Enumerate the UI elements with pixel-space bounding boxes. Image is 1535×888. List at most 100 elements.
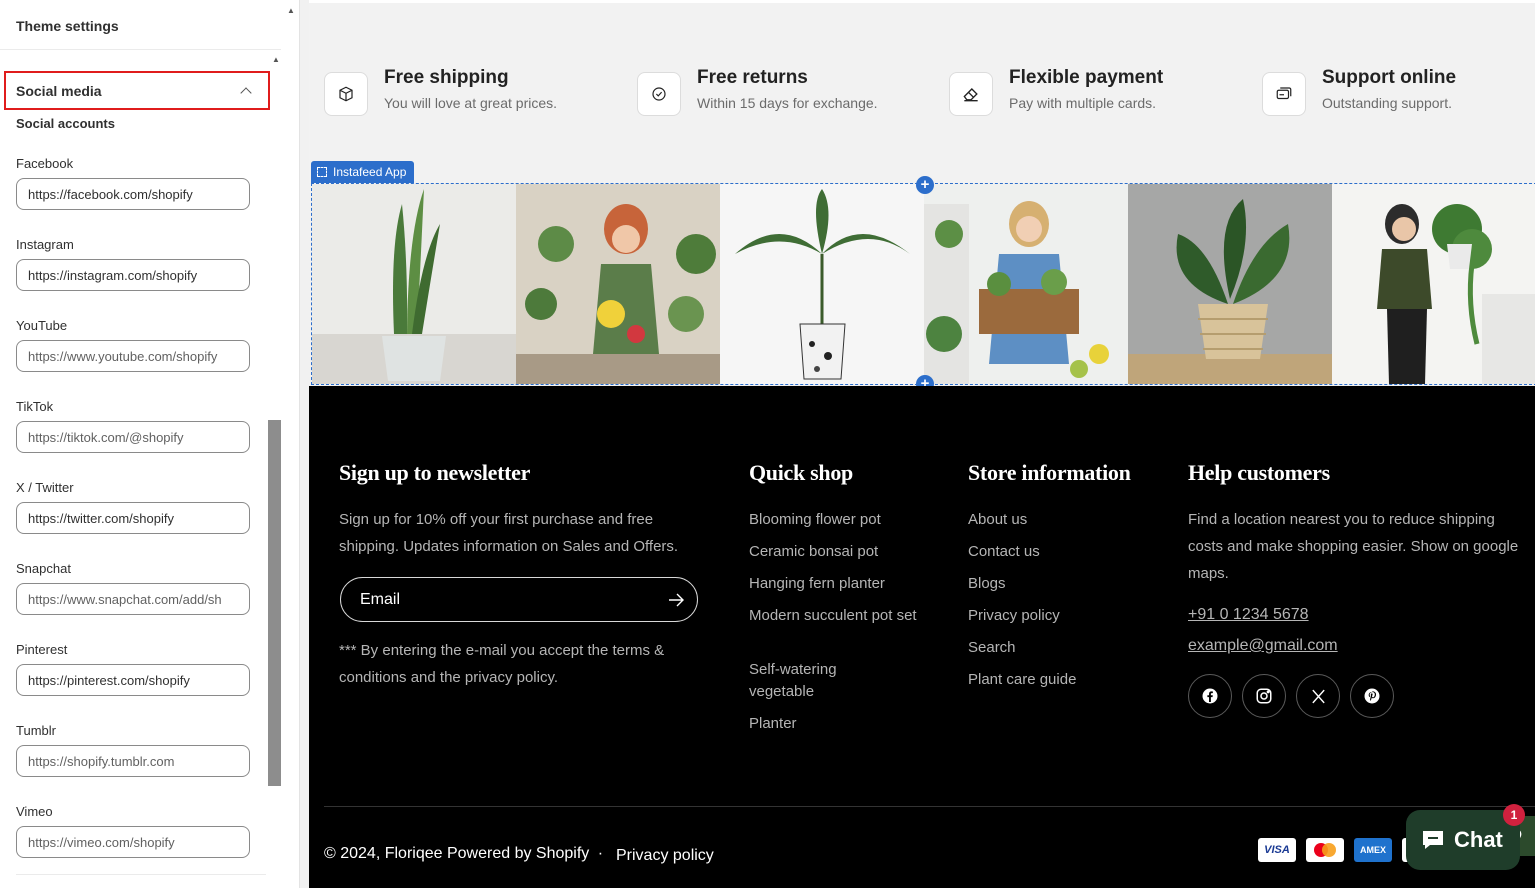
mastercard-icon: [1306, 838, 1344, 862]
gallery-image-snake-plant[interactable]: [312, 184, 516, 384]
newsletter-email-input[interactable]: Email: [340, 577, 698, 622]
instafeed-gallery[interactable]: [311, 183, 1535, 385]
field-label: Facebook: [16, 156, 74, 171]
chat-label: Chat: [1454, 827, 1503, 852]
theme-settings-panel: Theme settings ▲ ▲ Social media Social a…: [0, 0, 300, 888]
facebook-input[interactable]: [16, 178, 250, 210]
chat-notification-badge: 1: [1503, 804, 1525, 826]
social-media-section-toggle[interactable]: Social media: [4, 71, 270, 110]
features-bar: Free shipping You will love at great pri…: [309, 3, 1535, 183]
vimeo-input[interactable]: [16, 826, 250, 858]
footer-link[interactable]: About us: [968, 509, 1027, 531]
tiktok-field: TikTok: [16, 399, 250, 453]
gallery-image-woman-holding-plant[interactable]: [1332, 184, 1535, 384]
chat-bubble-icon: [1423, 831, 1443, 849]
snapchat-input[interactable]: [16, 583, 250, 615]
feature-title: Flexible payment: [1009, 67, 1164, 88]
instagram-input[interactable]: [16, 259, 250, 291]
instafeed-tag-label: Instafeed App: [333, 165, 407, 179]
instagram-field: Instagram: [16, 237, 250, 291]
feature-subtitle: You will love at great prices.: [384, 95, 558, 111]
feature-title: Support online: [1322, 67, 1457, 88]
youtube-field: YouTube: [16, 318, 250, 372]
footer-link[interactable]: Search: [968, 637, 1016, 659]
twitter-input[interactable]: [16, 502, 250, 534]
feature-free-shipping: Free shipping You will love at great pri…: [324, 67, 557, 116]
footer-link[interactable]: Plant care guide: [968, 669, 1076, 691]
separator: ·: [597, 845, 604, 862]
facebook-icon[interactable]: [1188, 674, 1232, 718]
gallery-image-palm-pot[interactable]: [720, 184, 924, 384]
vimeo-field: Vimeo: [16, 804, 250, 858]
gallery-image-woman-crate[interactable]: [924, 184, 1128, 384]
footer-link[interactable]: Planter: [749, 713, 797, 735]
feature-subtitle: Outstanding support.: [1322, 95, 1452, 111]
pinterest-field: Pinterest: [16, 642, 250, 696]
newsletter-text: Sign up for 10% off your first purchase …: [339, 511, 679, 555]
quick-shop-title: Quick shop: [749, 460, 853, 485]
feature-title: Free returns: [697, 67, 808, 88]
email-link[interactable]: example@gmail.com: [1188, 637, 1338, 655]
field-label: X / Twitter: [16, 480, 74, 495]
add-section-above-button[interactable]: +: [916, 176, 934, 194]
scroll-up-arrow-icon[interactable]: ▲: [272, 55, 280, 64]
footer-link[interactable]: Blooming flower pot: [749, 509, 881, 531]
x-icon[interactable]: [1296, 674, 1340, 718]
feature-support-online: Support online Outstanding support.: [1262, 67, 1456, 116]
field-label: Pinterest: [16, 642, 68, 657]
chevron-up-icon: [240, 86, 252, 99]
newsletter-title: Sign up to newsletter: [339, 460, 531, 485]
newsletter-disclaimer: *** By entering the e-mail you accept th…: [339, 642, 665, 686]
scrollbar-thumb[interactable]: [268, 420, 281, 786]
tiktok-input[interactable]: [16, 421, 250, 453]
footer-link[interactable]: Self-watering vegetable: [749, 659, 869, 703]
footer-link[interactable]: Modern succulent pot set: [749, 605, 919, 627]
help-text: Find a location nearest you to reduce sh…: [1188, 511, 1519, 582]
phone-link[interactable]: +91 0 1234 5678: [1188, 606, 1309, 624]
gallery-image-monstera-basket[interactable]: [1128, 184, 1332, 384]
theme-preview: Free shipping You will love at great pri…: [309, 0, 1535, 888]
instagram-icon[interactable]: [1242, 674, 1286, 718]
footer-link[interactable]: Blogs: [968, 573, 1006, 595]
feature-free-returns: Free returns Within 15 days for exchange…: [637, 67, 878, 116]
scroll-up-arrow-icon[interactable]: ▲: [287, 6, 295, 15]
pinterest-input[interactable]: [16, 664, 250, 696]
field-label: TikTok: [16, 399, 54, 414]
help-customers-title: Help customers: [1188, 460, 1330, 485]
field-label: YouTube: [16, 318, 68, 333]
badge-check-icon: [637, 72, 681, 116]
field-label: Tumblr: [16, 723, 56, 738]
footer-link[interactable]: Ceramic bonsai pot: [749, 541, 878, 563]
snapchat-field: Snapchat: [16, 561, 250, 615]
panel-title: Theme settings: [0, 0, 281, 50]
box-icon: [324, 72, 368, 116]
social-accounts-heading: Social accounts: [16, 116, 115, 131]
privacy-policy-link[interactable]: Privacy policy: [616, 847, 714, 865]
youtube-input[interactable]: [16, 340, 250, 372]
feature-subtitle: Within 15 days for exchange.: [697, 95, 878, 111]
pinterest-icon[interactable]: [1350, 674, 1394, 718]
copyright-text: © 2024, Floriqee Powered by Shopify ·: [324, 845, 607, 863]
visa-icon: VISA: [1258, 838, 1296, 862]
section-label: Social media: [16, 82, 102, 99]
eraser-icon: [949, 72, 993, 116]
instafeed-app-tag[interactable]: Instafeed App: [311, 161, 415, 183]
tumblr-input[interactable]: [16, 745, 250, 777]
email-placeholder: Email: [360, 590, 401, 608]
tumblr-field: Tumblr: [16, 723, 250, 777]
gallery-image-woman-watering[interactable]: [516, 184, 720, 384]
field-label: Snapchat: [16, 561, 71, 576]
cards-icon: [1262, 72, 1306, 116]
store-info-title: Store information: [968, 460, 1131, 485]
divider: [16, 874, 266, 875]
twitter-field: X / Twitter: [16, 480, 250, 534]
site-footer: Sign up to newsletter Sign up for 10% of…: [309, 386, 1535, 888]
select-frame-icon: [317, 167, 327, 177]
footer-link[interactable]: Contact us: [968, 541, 1040, 563]
arrow-right-icon[interactable]: [668, 593, 684, 607]
footer-link[interactable]: Privacy policy: [968, 605, 1060, 627]
footer-link[interactable]: Hanging fern planter: [749, 573, 885, 595]
facebook-field: Facebook: [16, 156, 250, 210]
amex-icon: AMEX: [1354, 838, 1392, 862]
feature-subtitle: Pay with multiple cards.: [1009, 95, 1157, 111]
